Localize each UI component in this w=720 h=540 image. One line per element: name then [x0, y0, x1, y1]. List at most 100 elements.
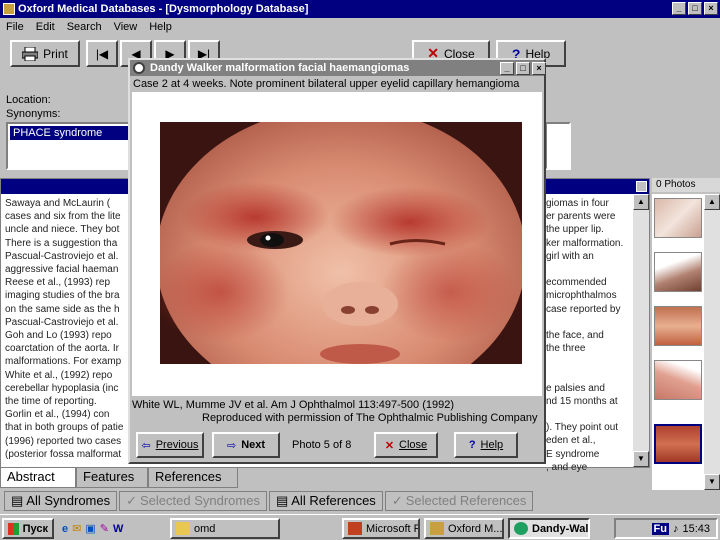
- scroll-up-arrow[interactable]: ▲: [704, 194, 720, 210]
- desktop-icon[interactable]: ▣: [85, 522, 95, 535]
- task-powerpoint[interactable]: Microsoft P...: [342, 518, 420, 539]
- task-oxford-medical[interactable]: Oxford M...: [424, 518, 504, 539]
- abstract-line-right: case reported by: [546, 303, 621, 315]
- photo-thumbnail[interactable]: [654, 306, 702, 346]
- abstract-line-right: E syndrome: [546, 448, 600, 460]
- task-dandy-label: Dandy-Wal...: [532, 522, 589, 535]
- abstract-line-right: [546, 408, 631, 421]
- powerpoint-icon: [348, 522, 362, 535]
- photo-thumbnail-selected[interactable]: [654, 424, 702, 464]
- printer-icon: [22, 46, 39, 61]
- previous-photo-button[interactable]: ⇦ Previous: [136, 432, 204, 458]
- synonym-item-selected[interactable]: PHACE syndrome: [10, 126, 130, 140]
- list-tabs: ▤ All Syndromes ✓ Selected Syndromes ▤ All …: [0, 491, 720, 512]
- photos-scrollbar[interactable]: ▲ ▼: [704, 194, 720, 490]
- abstract-text-right: giomas in four er parents were the upper l…: [546, 197, 631, 474]
- previous-label: Previous: [155, 439, 199, 451]
- location-label: Location:: [6, 94, 51, 106]
- dialog-app-icon: [514, 522, 528, 535]
- photo-citation: White WL, Mumme JV et al. Am J Ophthalmo…: [132, 399, 454, 411]
- tab-all-references-label: All References: [291, 493, 376, 508]
- tab-all-references[interactable]: ▤ All References: [268, 491, 383, 511]
- scroll-down-arrow[interactable]: ▼: [633, 451, 649, 467]
- next-label: Next: [241, 439, 266, 451]
- menu-help[interactable]: Help: [149, 18, 172, 36]
- synonyms-list[interactable]: PHACE syndrome: [6, 122, 134, 170]
- dialog-help-label: Help: [480, 439, 504, 451]
- dialog-close-label: Close: [399, 439, 428, 451]
- abstract-line-right: [546, 316, 631, 329]
- task-oxford-label: Oxford M...: [448, 522, 503, 535]
- menu-search[interactable]: Search: [67, 18, 102, 36]
- tab-selected-syndromes[interactable]: ✓ Selected Syndromes: [119, 491, 267, 511]
- abstract-line-right: the upper lip.: [546, 224, 604, 236]
- location-area: Location: Synonyms:: [6, 94, 60, 120]
- outlook-icon[interactable]: ✉: [72, 522, 81, 535]
- speaker-icon[interactable]: ♪: [673, 523, 679, 535]
- dialog-help-button[interactable]: ? Help: [454, 432, 518, 458]
- windows-logo-icon: [8, 522, 19, 535]
- first-record-button[interactable]: |◀: [86, 40, 118, 67]
- menu-edit[interactable]: Edit: [36, 18, 55, 36]
- task-omd[interactable]: omd: [170, 518, 280, 539]
- photo-thumbnail[interactable]: [654, 198, 702, 238]
- dialog-close-button[interactable]: ✕ Close: [374, 432, 438, 458]
- menu-file[interactable]: File: [6, 18, 24, 36]
- close-window-button[interactable]: ×: [704, 2, 718, 15]
- photo-permission: Reproduced with permission of The Ophtha…: [202, 412, 538, 424]
- abstract-line-right: nd 15 months at: [546, 395, 618, 407]
- start-label: Пуск: [22, 522, 48, 535]
- tab-features[interactable]: Features: [76, 468, 148, 488]
- tab-all-syndromes-label: All Syndromes: [26, 493, 111, 508]
- maximize-button[interactable]: □: [688, 2, 702, 15]
- tab-abstract[interactable]: Abstract: [0, 468, 76, 488]
- task-dandy-walker[interactable]: Dandy-Wal...: [508, 518, 590, 539]
- task-powerpoint-label: Microsoft P...: [366, 522, 420, 535]
- tab-all-syndromes[interactable]: ▤ All Syndromes: [4, 491, 118, 511]
- main-title-bar[interactable]: Oxford Medical Databases - [Dysmorpholog…: [0, 0, 720, 18]
- abstract-line-right: [546, 355, 631, 368]
- photo-dialog: Dandy Walker malformation facial haemang…: [128, 58, 546, 464]
- abstract-line-right: girl with an: [546, 250, 594, 262]
- print-button[interactable]: Print: [10, 40, 80, 67]
- abstract-line-right: the face, and: [546, 329, 604, 341]
- check-icon: ✓: [126, 493, 138, 508]
- task-omd-label: omd: [194, 522, 216, 535]
- next-photo-button[interactable]: ⇨ Next: [212, 432, 280, 458]
- taskbar: Пуск e ✉ ▣ ✎ W omd Microsoft P... Oxford…: [0, 514, 720, 540]
- tab-references[interactable]: References: [148, 468, 238, 488]
- abstract-line-right: microphthalmos: [546, 290, 617, 302]
- dialog-minimize-button[interactable]: _: [500, 62, 514, 75]
- abstract-control-box[interactable]: [636, 181, 647, 192]
- photo-thumbnail[interactable]: [654, 360, 702, 400]
- doc-icon: ▤: [275, 493, 289, 508]
- abstract-scrollbar[interactable]: ▲ ▼: [633, 194, 649, 467]
- minimize-button[interactable]: _: [672, 2, 686, 15]
- quick-launch: e ✉ ▣ ✎ W: [58, 518, 162, 539]
- check-icon: ✓: [391, 493, 403, 508]
- ie-icon[interactable]: e: [62, 523, 68, 535]
- dialog-maximize-button[interactable]: □: [516, 62, 530, 75]
- tab-selected-references-label: Selected References: [405, 493, 527, 508]
- channels-icon[interactable]: ✎: [100, 522, 109, 535]
- scroll-up-arrow[interactable]: ▲: [633, 194, 649, 210]
- dialog-close-x-button[interactable]: ×: [532, 62, 546, 75]
- abstract-line-right: e palsies and: [546, 382, 605, 394]
- word-icon[interactable]: W: [113, 523, 123, 535]
- photo-thumbnail[interactable]: [654, 252, 702, 292]
- language-indicator[interactable]: Fu: [651, 522, 669, 535]
- abstract-line-right: [546, 263, 631, 276]
- start-button[interactable]: Пуск: [2, 518, 54, 539]
- menu-view[interactable]: View: [114, 18, 138, 36]
- scroll-down-arrow[interactable]: ▼: [704, 474, 720, 490]
- help-icon: ?: [468, 439, 476, 451]
- abstract-line-right: ker malformation.: [546, 237, 624, 249]
- dialog-title-bar[interactable]: Dandy Walker malformation facial haemang…: [130, 60, 546, 76]
- arrow-left-icon: ⇦: [141, 439, 151, 452]
- tab-selected-references[interactable]: ✓ Selected References: [384, 491, 534, 511]
- photos-list[interactable]: [652, 194, 704, 490]
- doc-icon: ▤: [11, 493, 24, 508]
- photo-frame: [132, 92, 542, 396]
- arrow-right-icon: ⇨: [226, 439, 237, 452]
- synonyms-list-right: [545, 122, 571, 170]
